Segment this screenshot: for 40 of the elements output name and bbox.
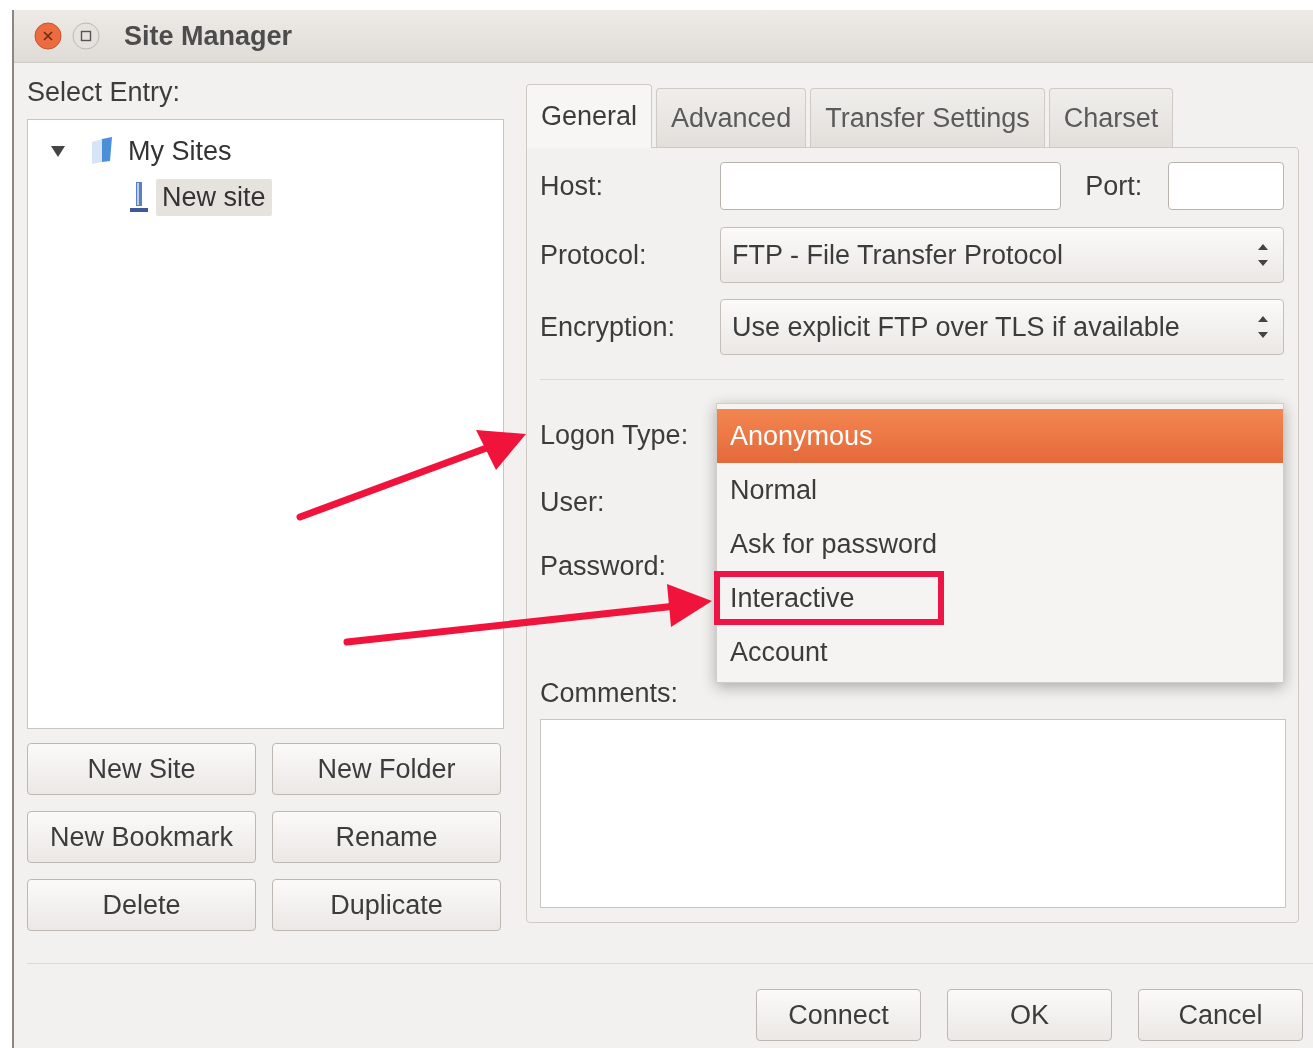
protocol-dropdown[interactable]: FTP - File Transfer Protocol	[720, 227, 1284, 283]
tab[interactable]: Advanced	[656, 88, 807, 147]
action-button[interactable]: New Folder	[272, 743, 501, 795]
close-icon[interactable]	[34, 22, 62, 50]
dialog-button[interactable]: OK	[947, 989, 1112, 1041]
host-field[interactable]	[719, 162, 1062, 210]
port-label: Port:	[1085, 170, 1144, 202]
select-entry-label: Select Entry:	[27, 77, 182, 107]
logon-type-label: Logon Type:	[540, 420, 690, 451]
action-button[interactable]: Duplicate	[272, 879, 501, 931]
window-title: Site Manager	[124, 20, 293, 52]
menu-option[interactable]: Normal	[717, 463, 1283, 517]
host-label: Host:	[540, 170, 605, 202]
encryption-label: Encryption:	[540, 311, 677, 343]
menu-option[interactable]: Interactive	[714, 571, 944, 625]
menu-option[interactable]: Ask for password	[717, 517, 1283, 571]
spinner-arrows-icon	[1257, 314, 1269, 340]
menu-option[interactable]: Account	[717, 625, 1283, 679]
action-button[interactable]: Delete	[27, 879, 256, 931]
server-icon	[128, 180, 150, 214]
comments-field[interactable]	[540, 719, 1286, 908]
dialog-button[interactable]: Cancel	[1138, 989, 1303, 1041]
tab[interactable]: General	[526, 84, 653, 148]
port-field[interactable]	[1168, 162, 1284, 210]
action-button[interactable]: New Bookmark	[27, 811, 256, 863]
action-button[interactable]: Rename	[272, 811, 501, 863]
maximize-icon[interactable]	[72, 22, 100, 50]
expander-icon[interactable]	[50, 144, 66, 158]
action-button[interactable]: New Site	[27, 743, 256, 795]
tab[interactable]: Transfer Settings	[810, 88, 1045, 147]
tab[interactable]: Charset	[1048, 88, 1174, 147]
tree-item[interactable]: My Sites	[122, 132, 238, 170]
tree-item[interactable]: New site	[156, 178, 272, 216]
protocol-label: Protocol:	[540, 239, 648, 271]
dialog-button[interactable]: Connect	[756, 989, 921, 1041]
user-label: User:	[540, 487, 606, 518]
comments-label: Comments:	[540, 678, 680, 709]
password-label: Password:	[540, 551, 668, 582]
encryption-dropdown[interactable]: Use explicit FTP over TLS if available	[720, 299, 1284, 355]
spinner-arrows-icon	[1257, 242, 1269, 268]
